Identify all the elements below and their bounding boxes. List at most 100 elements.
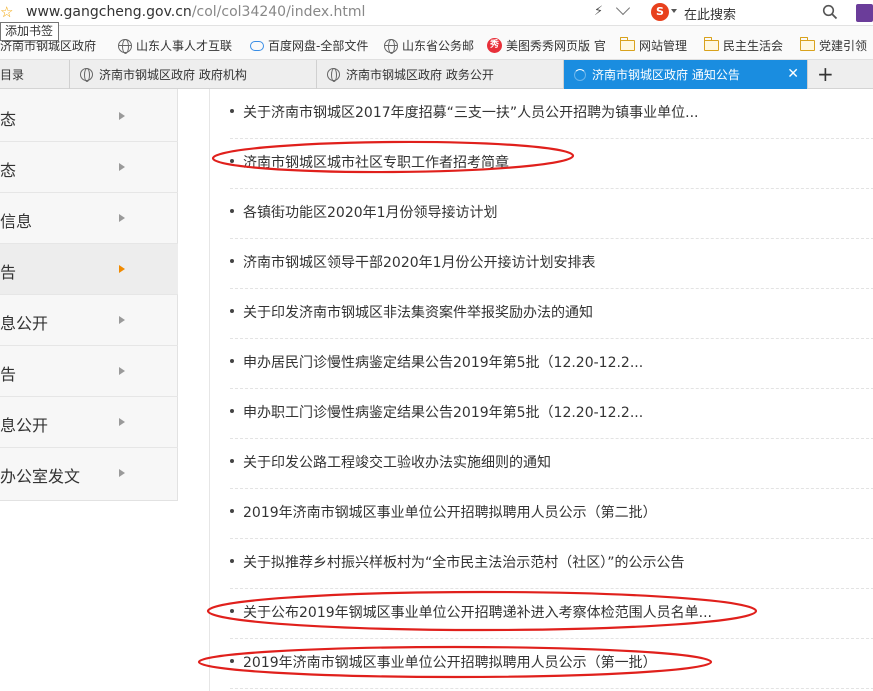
notice-link[interactable]: 济南市钢城区领导干部2020年1月份公开接访计划安排表: [243, 252, 596, 272]
bullet-icon: [230, 359, 234, 363]
bookmark-label: 民主生活会: [723, 39, 784, 53]
tab-gov-agencies[interactable]: 济南市钢城区政府 政府机构: [70, 60, 317, 89]
notice-link[interactable]: 2019年济南市钢城区事业单位公开招聘拟聘用人员公示（第一批）: [243, 652, 657, 672]
caret-right-icon: [119, 367, 125, 375]
list-item[interactable]: 关于印发济南市钢城区非法集资案件举报奖励办法的通知: [230, 289, 873, 339]
notice-link[interactable]: 申办居民门诊慢性病鉴定结果公告2019年第5批（12.20-12.2...: [243, 352, 643, 372]
folder-icon: [703, 37, 719, 51]
bookmark-item[interactable]: 百度网盘-全部文件: [250, 37, 386, 54]
bullet-icon: [230, 209, 234, 213]
search-input[interactable]: 在此搜索: [684, 4, 736, 23]
bookmark-item[interactable]: 秀 美图秀秀网页版 官: [487, 37, 614, 54]
notice-list: 关于济南市钢城区2017年度招募“三支一扶”人员公开招聘为镇事业单位... 济南…: [209, 89, 873, 691]
notice-link[interactable]: 各镇街功能区2020年1月份领导接访计划: [243, 202, 498, 222]
list-item[interactable]: 济南市钢城区城市社区专职工作者招考简章: [230, 139, 873, 189]
bullet-icon: [230, 659, 234, 663]
caret-right-icon: [119, 214, 125, 222]
sidebar-item-label: 态: [0, 110, 17, 129]
url-path: /col/col34240/index.html: [191, 4, 366, 20]
address-bar: ☆ www.gangcheng.gov.cn/col/col34240/inde…: [0, 0, 873, 26]
bookmark-label: 党建引领: [819, 39, 868, 53]
list-item[interactable]: 关于印发公路工程竣交工验收办法实施细则的通知: [230, 439, 873, 489]
folder-icon: [799, 37, 815, 51]
sidebar-item[interactable]: 息公开: [0, 397, 178, 448]
notice-link[interactable]: 济南市钢城区城市社区专职工作者招考简章: [243, 152, 509, 172]
search-icon[interactable]: [822, 4, 838, 20]
list-item[interactable]: 关于济南市钢城区2017年度招募“三支一扶”人员公开招聘为镇事业单位...: [230, 89, 873, 139]
tab-directory[interactable]: 目录: [0, 60, 70, 89]
notice-link[interactable]: 2019年济南市钢城区事业单位公开招聘拟聘用人员公示（第二批）: [243, 502, 657, 522]
chevron-down-icon[interactable]: [615, 0, 631, 16]
bullet-icon: [230, 309, 234, 313]
notice-link[interactable]: 关于印发济南市钢城区非法集资案件举报奖励办法的通知: [243, 302, 593, 322]
notice-link[interactable]: 关于济南市钢城区2017年度招募“三支一扶”人员公开招聘为镇事业单位...: [243, 102, 698, 122]
caret-right-icon: [119, 112, 125, 120]
sidebar-item[interactable]: 息公开: [0, 295, 178, 346]
notice-link[interactable]: 关于印发公路工程竣交工验收办法实施细则的通知: [243, 452, 551, 472]
tab-label: 目录: [0, 68, 25, 82]
tab-bar: 目录 济南市钢城区政府 政府机构 济南市钢城区政府 政务公开 济南市钢城区政府 …: [0, 60, 873, 89]
caret-right-icon: [119, 265, 125, 273]
bullet-icon: [230, 109, 234, 113]
notice-link[interactable]: 申办职工门诊慢性病鉴定结果公告2019年第5批（12.20-12.2...: [243, 402, 643, 422]
tab-label: 济南市钢城区政府 政府机构: [99, 68, 247, 82]
list-item[interactable]: 申办职工门诊慢性病鉴定结果公告2019年第5批（12.20-12.2...: [230, 389, 873, 439]
bookmark-item[interactable]: 山东人事人才互联: [118, 37, 232, 54]
sidebar-item[interactable]: 信息: [0, 193, 178, 244]
bookmark-label: 百度网盘-全部文件: [268, 39, 369, 53]
cloud-icon: [250, 40, 264, 51]
caret-right-icon: [119, 418, 125, 426]
tab-gov-affairs[interactable]: 济南市钢城区政府 政务公开: [317, 60, 564, 89]
bookmark-folder[interactable]: 网站管理: [619, 37, 687, 54]
bookmark-folder[interactable]: 民主生活会: [703, 37, 784, 54]
globe-icon: [327, 68, 340, 82]
list-item[interactable]: 2019年济南市钢城区事业单位公开招聘拟聘用人员公示（第二批）: [230, 489, 873, 539]
list-item[interactable]: 济南市钢城区领导干部2020年1月份公开接访计划安排表: [230, 239, 873, 289]
sidebar: 态 态 信息 告 息公开 告 息公开 办公室发文: [0, 89, 178, 501]
sidebar-item-label: 息公开: [0, 416, 49, 435]
bookmark-label: 美图秀秀网页版 官: [506, 39, 606, 53]
list-item[interactable]: 各镇街功能区2020年1月份领导接访计划: [230, 189, 873, 239]
sidebar-item-label: 态: [0, 161, 17, 180]
close-icon[interactable]: ✕: [787, 67, 799, 81]
bullet-icon: [230, 259, 234, 263]
list-item[interactable]: 2019年济南市钢城区事业单位公开招聘拟聘用人员公示（第一批）: [230, 639, 873, 689]
bookmark-item[interactable]: 山东省公务邮: [384, 37, 474, 54]
sidebar-item[interactable]: 告: [0, 346, 178, 397]
bookmark-label: 山东省公务邮: [402, 39, 475, 53]
notice-link[interactable]: 关于拟推荐乡村振兴样板村为“全市民主法治示范村（社区）”的公示公告: [243, 552, 685, 572]
new-tab-plus-icon[interactable]: +: [817, 64, 834, 84]
extension-icon[interactable]: [856, 4, 873, 22]
globe-icon: [80, 68, 93, 82]
engine-dropdown-icon[interactable]: [671, 9, 677, 13]
bookmark-label: 山东人事人才互联: [136, 39, 233, 53]
meitu-icon: 秀: [487, 38, 502, 53]
lightning-icon[interactable]: ⚡: [594, 4, 603, 19]
bullet-icon: [230, 609, 234, 613]
url-host: www.gangcheng.gov.cn: [26, 4, 192, 20]
globe-icon: [118, 38, 132, 54]
sogou-engine-icon[interactable]: S: [651, 3, 669, 21]
list-item[interactable]: 关于拟推荐乡村振兴样板村为“全市民主法治示范村（社区）”的公示公告: [230, 539, 873, 589]
sidebar-item-notices[interactable]: 告: [0, 244, 178, 295]
bookmark-star-icon[interactable]: ☆: [0, 4, 14, 20]
bullet-icon: [230, 559, 234, 563]
sidebar-item[interactable]: 态: [0, 91, 178, 142]
notice-link[interactable]: 关于公布2019年钢城区事业单位公开招聘递补进入考察体检范围人员名单...: [243, 602, 712, 622]
bookmark-folder[interactable]: 党建引领: [799, 37, 868, 54]
sidebar-item[interactable]: 办公室发文: [0, 448, 178, 499]
caret-right-icon: [119, 163, 125, 171]
sidebar-item-label: 告: [0, 365, 17, 384]
bullet-icon: [230, 459, 234, 463]
bullet-icon: [230, 509, 234, 513]
sidebar-item[interactable]: 态: [0, 142, 178, 193]
list-item[interactable]: 关于公布2019年钢城区事业单位公开招聘递补进入考察体检范围人员名单...: [230, 589, 873, 639]
globe-icon: [384, 38, 398, 54]
url-field[interactable]: www.gangcheng.gov.cn/col/col34240/index.…: [26, 4, 365, 20]
sidebar-item-label: 办公室发文: [0, 467, 81, 486]
folder-icon: [619, 37, 635, 51]
add-bookmark-tooltip: 添加书签: [0, 22, 59, 41]
list-item[interactable]: 申办居民门诊慢性病鉴定结果公告2019年第5批（12.20-12.2...: [230, 339, 873, 389]
sidebar-item-label: 息公开: [0, 314, 49, 333]
tab-notices[interactable]: 济南市钢城区政府 通知公告 ✕: [564, 60, 808, 89]
